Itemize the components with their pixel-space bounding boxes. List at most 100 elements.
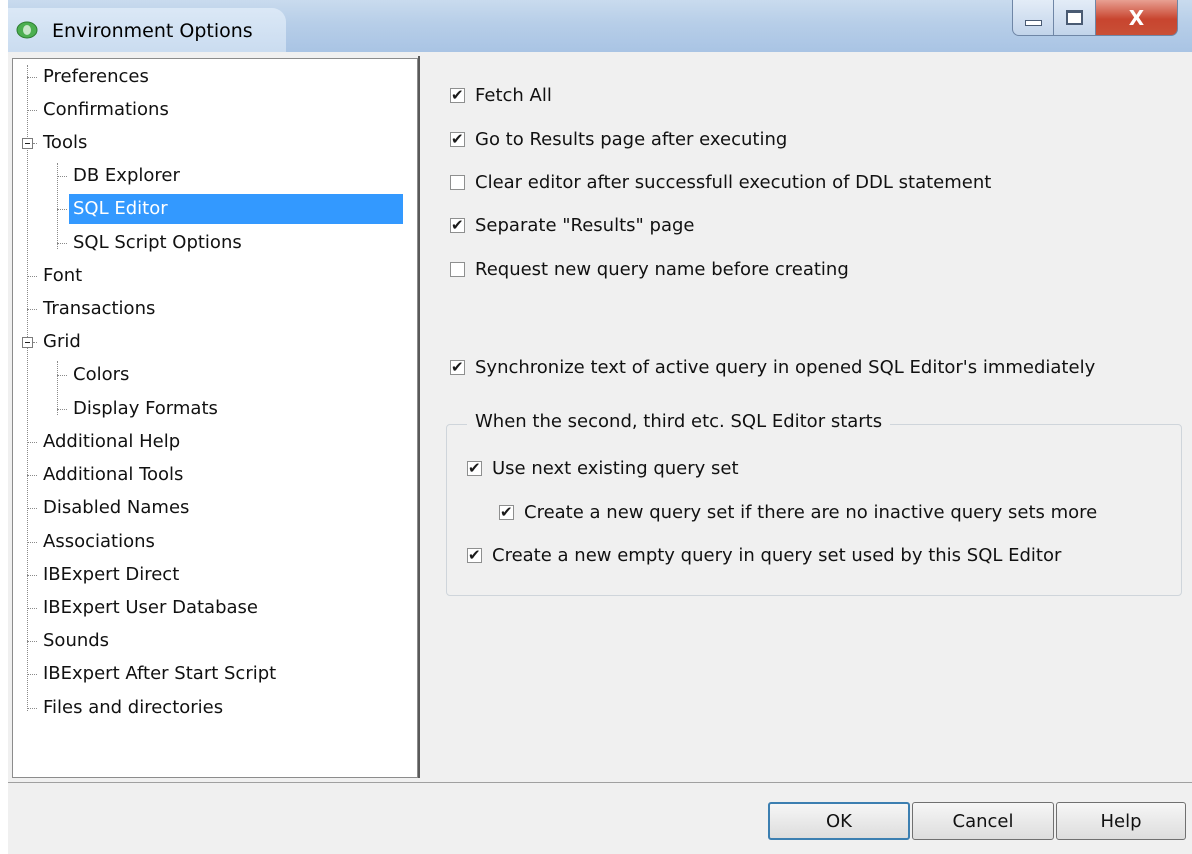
tree-item-additional-tools[interactable]: Additional Tools (39, 461, 187, 489)
tree-item-tools[interactable]: Tools (39, 129, 91, 157)
tools-collapse-icon[interactable] (22, 138, 33, 149)
minimize-button[interactable] (1012, 0, 1054, 36)
use-next-query-set-checkbox[interactable]: Use next existing query set (467, 458, 739, 479)
tree-connector (27, 65, 28, 711)
request-name-checkbox[interactable]: Request new query name before creating (450, 259, 849, 280)
window-controls: X (1012, 0, 1178, 38)
tree-item-disabled-names[interactable]: Disabled Names (39, 494, 193, 522)
checkbox-box[interactable] (450, 358, 465, 376)
checkbox-box[interactable] (450, 262, 465, 277)
tree-item-grid[interactable]: Grid (39, 328, 85, 356)
close-icon: X (1128, 5, 1145, 30)
checkbox-box[interactable] (450, 130, 465, 148)
tree-item-ibexpert-after-start-script[interactable]: IBExpert After Start Script (39, 660, 280, 688)
tree-connector (57, 375, 67, 376)
tree-connector (27, 276, 37, 277)
checkbox-box[interactable] (467, 459, 482, 477)
window-title: Environment Options (52, 20, 253, 42)
tree-item-ibexpert-user-database[interactable]: IBExpert User Database (39, 594, 262, 622)
synchronize-checkbox[interactable]: Synchronize text of active query in open… (450, 357, 1095, 378)
tree-connector (27, 575, 37, 576)
tree-item-label: Display Formats (73, 398, 218, 419)
title-tab: Environment Options (8, 8, 286, 52)
tree-connector (33, 342, 37, 343)
tree-item-label: Font (43, 265, 83, 286)
tree-connector (57, 243, 67, 244)
tree-item-associations[interactable]: Associations (39, 528, 159, 556)
tree-item-label: IBExpert After Start Script (43, 663, 277, 684)
tree-connector (27, 608, 37, 609)
create-new-set-label: Create a new query set if there are no i… (524, 502, 1098, 523)
tree-item-preferences[interactable]: Preferences (39, 63, 153, 91)
tree-item-label: IBExpert User Database (43, 597, 258, 618)
tree-connector (27, 110, 37, 111)
tree-connector (27, 309, 37, 310)
tree-connector (27, 674, 37, 675)
tree-item-font[interactable]: Font (39, 262, 86, 290)
tree-item-sounds[interactable]: Sounds (39, 627, 113, 655)
create-empty-query-checkbox[interactable]: Create a new empty query in query set us… (467, 545, 1061, 566)
tree-item-label: Preferences (43, 66, 149, 87)
separate-results-label: Separate "Results" page (475, 215, 695, 236)
close-button[interactable]: X (1096, 0, 1178, 36)
checkbox-box[interactable] (450, 175, 465, 190)
go-to-results-checkbox[interactable]: Go to Results page after executing (450, 129, 787, 150)
tree-connector (27, 508, 37, 509)
tree-connector (57, 361, 58, 415)
help-button[interactable]: Help (1056, 802, 1186, 840)
tree-item-db-explorer[interactable]: DB Explorer (69, 162, 184, 190)
tree-item-files-and-directories[interactable]: Files and directories (39, 694, 227, 722)
tree-item-ibexpert-direct[interactable]: IBExpert Direct (39, 561, 183, 589)
groupbox-title: When the second, third etc. SQL Editor s… (467, 411, 891, 432)
tree-item-label: Associations (43, 531, 155, 552)
second-editor-groupbox: When the second, third etc. SQL Editor s… (446, 411, 1182, 596)
tree-connector (57, 176, 67, 177)
tree-connector (27, 442, 37, 443)
tree-connector (33, 143, 37, 144)
tree-connector (27, 708, 37, 709)
create-new-query-set-checkbox[interactable]: Create a new query set if there are no i… (499, 502, 1097, 523)
tree-item-label: SQL Script Options (73, 232, 242, 253)
tree-item-label: Colors (73, 364, 130, 385)
create-empty-query-label: Create a new empty query in query set us… (492, 545, 1062, 566)
tree-connector (27, 641, 37, 642)
grid-collapse-icon[interactable] (22, 337, 33, 348)
tree-connector (27, 77, 37, 78)
checkbox-box[interactable] (450, 216, 465, 234)
tree-item-sql-script-options[interactable]: SQL Script Options (69, 229, 246, 257)
tree-item-label: Transactions (43, 298, 156, 319)
maximize-icon (1066, 10, 1083, 25)
tree-item-label: DB Explorer (73, 165, 180, 186)
app-icon (16, 21, 38, 39)
separate-results-checkbox[interactable]: Separate "Results" page (450, 215, 694, 236)
synchronize-label: Synchronize text of active query in open… (475, 357, 1096, 378)
tree-item-display-formats[interactable]: Display Formats (69, 395, 222, 423)
tree-item-label: Additional Tools (43, 464, 184, 485)
checkbox-box[interactable] (450, 86, 465, 104)
bottom-separator (8, 782, 1192, 783)
tree-item-additional-help[interactable]: Additional Help (39, 428, 184, 456)
tree-connector (27, 542, 37, 543)
title-bar: Environment Options X (8, 0, 1192, 52)
clear-editor-checkbox[interactable]: Clear editor after successfull execution… (450, 172, 991, 193)
maximize-button[interactable] (1054, 0, 1096, 36)
tree-item-label: Files and directories (43, 697, 224, 718)
tree-item-colors[interactable]: Colors (69, 361, 133, 389)
sql-editor-options-panel: Fetch All Go to Results page after execu… (420, 56, 1192, 778)
ok-button[interactable]: OK (768, 802, 910, 840)
tree-item-confirmations[interactable]: Confirmations (39, 96, 173, 124)
checkbox-box[interactable] (499, 503, 514, 521)
tree-item-label: SQL Editor (69, 194, 403, 224)
fetch-all-checkbox[interactable]: Fetch All (450, 85, 552, 106)
request-name-label: Request new query name before creating (475, 259, 849, 280)
tree-item-label: Confirmations (43, 99, 169, 120)
use-next-label: Use next existing query set (492, 458, 739, 479)
fetch-all-label: Fetch All (475, 85, 552, 106)
cancel-button[interactable]: Cancel (912, 802, 1054, 840)
tree-connector (57, 409, 67, 410)
tree-item-label: Additional Help (43, 431, 181, 452)
tree-item-sql-editor[interactable]: SQL Editor (69, 194, 403, 224)
tree-item-transactions[interactable]: Transactions (39, 295, 159, 323)
options-tree[interactable]: Preferences Confirmations Tools DB Explo… (12, 58, 418, 778)
checkbox-box[interactable] (467, 546, 482, 564)
